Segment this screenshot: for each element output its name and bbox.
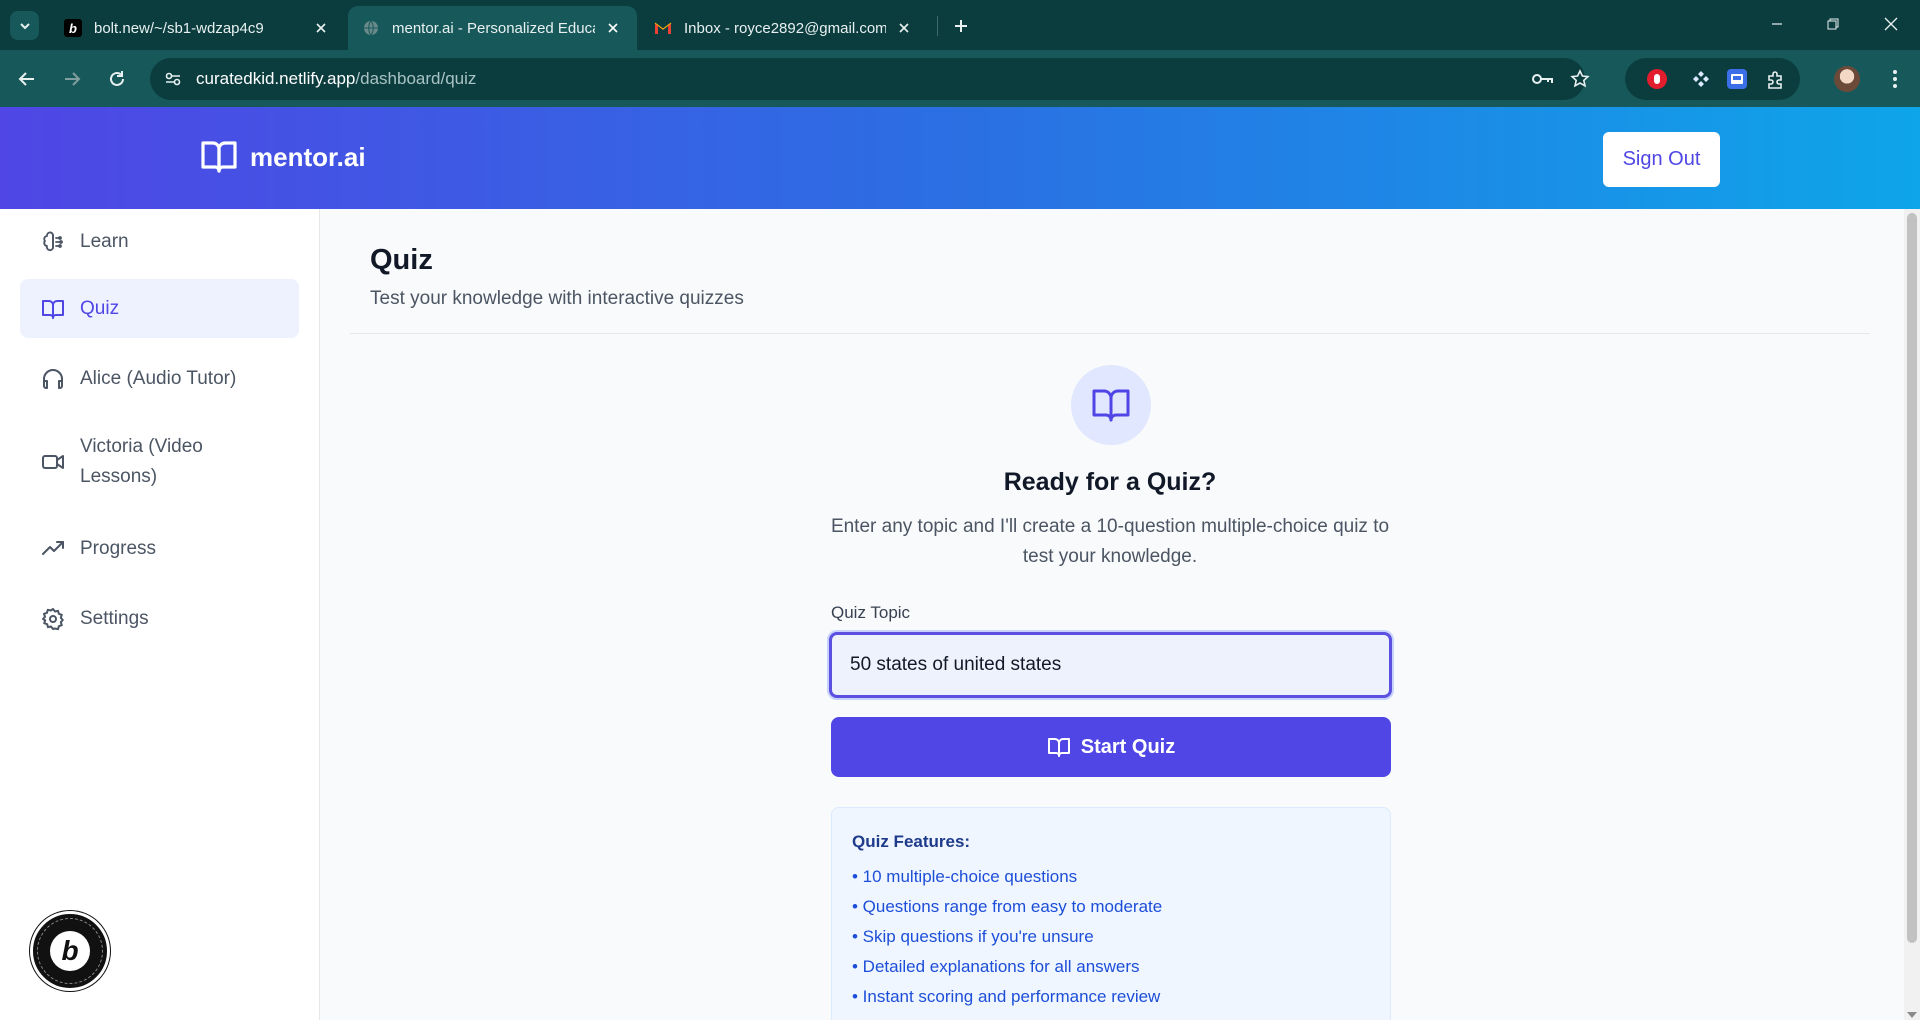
start-quiz-button[interactable]: Start Quiz — [831, 717, 1391, 777]
tab-bolt[interactable]: b bolt.new/~/sb1-wdzap4c9 — [50, 6, 345, 50]
sidebar-item-victoria[interactable]: Victoria (Video Lessons) — [20, 427, 270, 497]
reload-button[interactable] — [102, 64, 132, 94]
gmail-icon — [654, 19, 672, 37]
sidebar-item-label: Settings — [80, 608, 149, 629]
forward-button[interactable] — [57, 64, 87, 94]
quiz-features-panel: Quiz Features: • 10 multiple-choice ques… — [831, 807, 1391, 1020]
header-divider — [350, 333, 1870, 334]
bolt-badge-ring — [37, 918, 103, 984]
tab-title: mentor.ai - Personalized Educat — [392, 19, 595, 37]
sidebar-item-alice[interactable]: Alice (Audio Tutor) — [20, 354, 299, 404]
close-icon[interactable] — [311, 18, 331, 38]
arrow-left-icon — [18, 72, 34, 86]
browser-tab-bar: b bolt.new/~/sb1-wdzap4c9 mentor.ai - Pe… — [0, 0, 1920, 50]
site-info-icon[interactable] — [164, 70, 182, 93]
browser-menu-button[interactable] — [1880, 64, 1910, 94]
features-title: Quiz Features: — [852, 832, 971, 851]
book-open-icon — [201, 141, 237, 173]
minimize-icon — [1772, 23, 1782, 25]
page-subtitle: Test your knowledge with interactive qui… — [370, 288, 744, 309]
page-scrollbar[interactable] — [1904, 209, 1920, 1020]
sidebar-item-quiz[interactable]: Quiz — [20, 279, 299, 338]
url-text: curatedkid.netlify.app/dashboard/quiz — [196, 69, 476, 89]
window-close-button[interactable] — [1868, 8, 1914, 40]
app-header: mentor.ai Sign Out — [0, 107, 1920, 209]
kebab-menu-icon — [1893, 70, 1897, 88]
book-open-icon — [40, 296, 66, 322]
video-icon — [40, 449, 66, 475]
brand-name: mentor.ai — [250, 141, 366, 172]
hand-extension-icon[interactable] — [1647, 69, 1667, 89]
address-bar[interactable]: curatedkid.netlify.app/dashboard/quiz — [150, 58, 1590, 100]
plus-icon — [955, 20, 967, 32]
tab-title: bolt.new/~/sb1-wdzap4c9 — [94, 19, 264, 37]
browser-toolbar: curatedkid.netlify.app/dashboard/quiz — [0, 50, 1920, 107]
back-button[interactable] — [12, 64, 42, 94]
puzzle-blue-extension-icon[interactable] — [1691, 69, 1711, 89]
sidebar-item-label: Learn — [80, 231, 129, 252]
scroll-down-arrow-icon[interactable] — [1907, 1012, 1917, 1018]
feature-item: • Instant scoring and performance review — [852, 987, 1161, 1006]
password-key-icon[interactable] — [1530, 69, 1554, 94]
sidebar: Learn Quiz Alice (Audio Tutor) Victoria … — [0, 209, 320, 1020]
bookmark-star-icon[interactable] — [1570, 69, 1590, 94]
feature-item: • 10 multiple-choice questions — [852, 867, 1078, 886]
sidebar-item-label: Alice (Audio Tutor) — [80, 368, 237, 389]
tab-title: Inbox - royce2892@gmail.com — [684, 19, 886, 37]
bolt-icon: b — [64, 19, 82, 37]
ready-heading: Ready for a Quiz? — [1003, 468, 1217, 496]
tab-mentor[interactable]: mentor.ai - Personalized Educat — [348, 6, 637, 50]
tab-search-button[interactable] — [10, 11, 39, 40]
restore-button[interactable] — [1810, 8, 1856, 40]
quiz-topic-input[interactable] — [829, 632, 1392, 698]
sidebar-item-learn[interactable]: Learn — [20, 217, 299, 267]
quiz-hero-icon — [1071, 365, 1151, 445]
book-open-icon — [1047, 736, 1071, 758]
brand[interactable]: mentor.ai — [200, 139, 366, 175]
minimize-button[interactable] — [1754, 8, 1800, 40]
trending-up-icon — [40, 536, 66, 562]
url-host: curatedkid.netlify.app — [196, 69, 356, 88]
extensions-group — [1625, 58, 1800, 100]
sidebar-item-label: Victoria (Video Lessons) — [80, 436, 203, 487]
chevron-down-icon — [19, 22, 30, 29]
bolt-badge[interactable]: b — [30, 911, 110, 991]
restore-icon — [1827, 18, 1839, 30]
svg-text:b: b — [69, 21, 77, 36]
feature-item: • Questions range from easy to moderate — [852, 897, 1163, 916]
close-icon[interactable] — [603, 18, 623, 38]
scrollbar-thumb[interactable] — [1907, 213, 1917, 943]
new-tab-button[interactable] — [948, 13, 974, 39]
reload-icon — [110, 71, 124, 86]
tab-gmail[interactable]: Inbox - royce2892@gmail.com — [640, 6, 928, 50]
url-path: /dashboard/quiz — [355, 69, 477, 88]
globe-icon — [362, 19, 380, 37]
headphones-icon — [40, 366, 66, 392]
sidebar-item-progress[interactable]: Progress — [20, 524, 299, 574]
sidebar-item-label: Quiz — [80, 297, 120, 319]
sidebar-item-settings[interactable]: Settings — [20, 594, 299, 644]
close-icon[interactable] — [894, 18, 914, 38]
brain-icon — [40, 229, 66, 255]
gear-icon — [40, 606, 66, 632]
tab-separator — [937, 16, 938, 36]
page-title: Quiz — [370, 244, 433, 276]
sidebar-item-label: Progress — [80, 538, 157, 559]
feature-item: • Skip questions if you're unsure — [852, 927, 1094, 946]
quiz-topic-label: Quiz Topic — [831, 603, 911, 622]
sign-out-button[interactable]: Sign Out — [1603, 132, 1720, 187]
book-open-icon — [1092, 389, 1130, 422]
feature-item: • Detailed explanations for all answers — [852, 957, 1140, 976]
screen-extension-icon[interactable] — [1727, 69, 1747, 89]
profile-avatar[interactable] — [1834, 66, 1860, 92]
ready-description: Enter any topic and I'll create a 10-que… — [830, 516, 1390, 567]
arrow-right-icon — [65, 72, 81, 86]
start-quiz-label: Start Quiz — [1080, 735, 1176, 758]
extensions-puzzle-icon[interactable] — [1765, 69, 1785, 89]
close-icon — [1884, 17, 1898, 31]
